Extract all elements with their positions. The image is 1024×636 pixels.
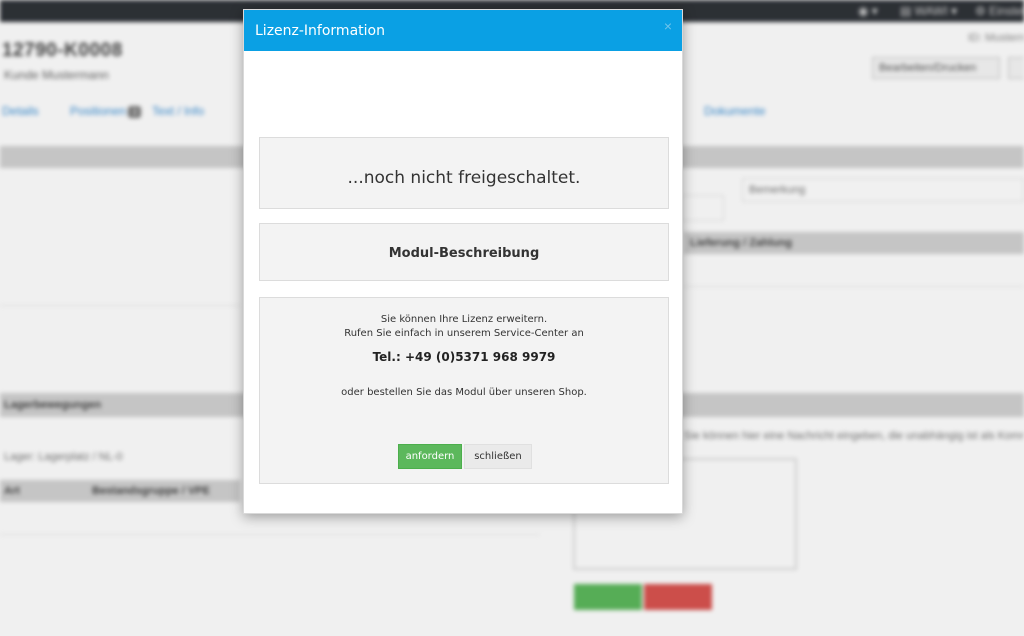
- contact-panel: Sie können Ihre Lizenz erweitern. Rufen …: [259, 297, 669, 484]
- phone-number: Tel.: +49 (0)5371 968 9979: [372, 350, 556, 364]
- shop-text: oder bestellen Sie das Modul über unsere…: [341, 387, 587, 398]
- modal-header: Lizenz-Information ×: [244, 10, 682, 51]
- close-icon[interactable]: ×: [664, 19, 672, 33]
- license-info-modal: Lizenz-Information × ...noch nicht freig…: [243, 9, 683, 514]
- close-button[interactable]: schließen: [464, 444, 532, 469]
- status-panel: ...noch nicht freigeschaltet.: [259, 137, 669, 209]
- modal-title: Lizenz-Information: [255, 23, 385, 39]
- request-button[interactable]: anfordern: [398, 444, 462, 469]
- module-description-panel: Modul-Beschreibung: [259, 223, 669, 281]
- module-description-title: Modul-Beschreibung: [388, 246, 540, 261]
- call-service-text: Rufen Sie einfach in unserem Service-Cen…: [344, 328, 584, 339]
- extend-license-text: Sie können Ihre Lizenz erweitern.: [380, 314, 548, 325]
- license-status-text: ...noch nicht freigeschaltet.: [347, 168, 581, 188]
